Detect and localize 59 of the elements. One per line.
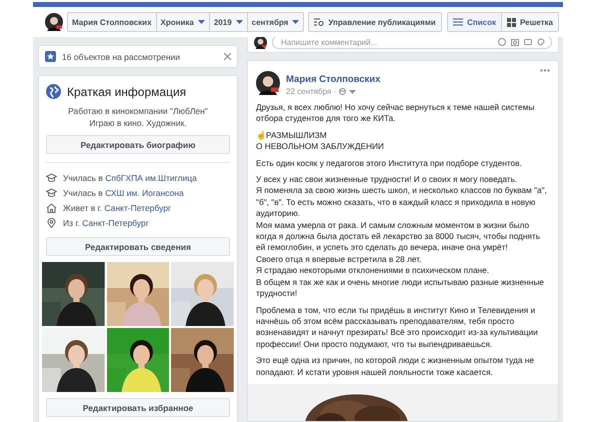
detail-text: Училась в СХШ им. Иогансона <box>63 188 184 198</box>
house-icon <box>46 202 57 212</box>
post-text: Я поменяла за свою жизнь шесть школ, и несколько классов по буквам "а", "б", "в". То есть можно сказать, что в каждый класс я приходила в новую аудиторию. <box>256 185 548 220</box>
list-icon <box>453 18 464 26</box>
author-link[interactable]: Мария Столповских <box>286 74 380 85</box>
bio-text: Работаю в кинокомпании "ЛюбЛен" <box>67 105 209 117</box>
place-link[interactable]: СХШ им. Иогансона <box>105 188 184 198</box>
list-view-tab[interactable]: Список <box>448 13 502 31</box>
post-text: Есть один косяк у педагогов этого Института при подборе студентов. <box>256 158 523 170</box>
detail-text: Живет в г. Санкт-Петербург <box>63 202 172 212</box>
intro-title: Краткая информация <box>67 84 186 98</box>
post-date: 22 сентября · <box>286 87 336 96</box>
detail-text: Училась в СпбГХПА им.Штиглица <box>63 172 197 182</box>
post-text: У всех у нас свои жизненные трудности! И о своих я могу поведать. <box>256 174 518 186</box>
grid-icon <box>507 18 516 26</box>
post-text: ☝РАЗМЫШЛИЗМ <box>256 130 328 142</box>
dropdown-button[interactable]: сентября <box>246 13 304 31</box>
edit-featured-button[interactable]: Редактировать избранное <box>46 398 230 417</box>
star-icon <box>45 51 56 62</box>
post-text: Друзья, я всех люблю! Но хочу сейчас вернуться к теме нашей системы отбора студентов для того же КИТа. <box>256 102 536 125</box>
caret-icon <box>292 20 300 24</box>
gif-icon[interactable] <box>524 38 532 46</box>
grid-view-tab[interactable]: Решетка <box>501 13 558 31</box>
graduation-cap-icon <box>46 172 57 182</box>
place-link[interactable]: Санкт-Петербург <box>104 202 172 212</box>
more-icon[interactable] <box>540 69 550 72</box>
post-text: О НЕВОЛЬНОМ ЗАБЛУЖДЕНИИ <box>256 141 385 153</box>
post-text: Моя мама умерла от рака. И самым сложным моментом в жизни было когда я должна была достать ей лекарство за 8000 тысяч, чтобы поднять ей гемоглобин, и успеть это сделать до вечера, иначе она умрёт! <box>256 220 542 254</box>
post-text: Это ещё одна из причин, по которой люди с жизненным опытом туда не попадают. И кстати уровня нашей лояльности тоже касается. <box>256 355 535 378</box>
avatar <box>256 70 280 94</box>
comment-input[interactable]: Напишите комментарий... <box>279 37 493 48</box>
filter-settings-icon <box>314 18 324 26</box>
caret-icon <box>236 20 243 24</box>
post-text: В общем я так же как и очень многие люди испытываю разные жизненные трудности! <box>256 276 545 300</box>
notice-text: 16 объектов на рассмотрении <box>62 52 180 62</box>
camera-icon[interactable] <box>511 38 519 46</box>
bio-text: Играю в кино. Художник. <box>88 117 188 129</box>
post-text: Я страдаю некоторыми отклонениями в психическом плане. <box>256 265 490 277</box>
caret-icon <box>349 90 356 94</box>
edit-bio-button[interactable]: Редактировать биографию <box>46 135 230 154</box>
avatar <box>254 37 267 49</box>
edit-details-button[interactable]: Редактировать сведения <box>46 237 230 256</box>
post-text: Проблема в том, что если ты придёшь в институт Кино и Телевидения и начнёшь об этом всём рассказывать преподавателям, тебя просто возненавидят и начнут презирать! Всё это происходит из-за культивации профессии! Они просто подумают, что ты выпендриваешься. <box>256 304 539 350</box>
post-text: Своего отца я впервые встретила в 28 лет. <box>256 254 422 266</box>
dropdown-button[interactable]: 2019 <box>208 13 247 31</box>
close-icon[interactable] <box>224 53 231 60</box>
caret-icon <box>198 20 205 24</box>
avatar <box>45 13 63 31</box>
graduation-cap-icon <box>46 188 57 198</box>
manage-posts-button[interactable]: Управление публикациями <box>308 12 442 32</box>
place-link[interactable]: Санкт-Петербург <box>82 218 149 228</box>
dropdown-button[interactable]: Хроника <box>156 13 209 31</box>
profile-name-link[interactable]: Мария Столповских <box>68 13 156 31</box>
detail-text: Из г. Санкт-Петербург <box>63 218 149 228</box>
place-link[interactable]: СпбГХПА им.Штиглица <box>105 172 197 182</box>
location-pin-icon <box>46 218 57 228</box>
sticker-icon[interactable] <box>537 38 545 46</box>
comment-field[interactable]: Напишите комментарий... <box>272 37 552 49</box>
emoji-icon[interactable] <box>498 38 506 46</box>
